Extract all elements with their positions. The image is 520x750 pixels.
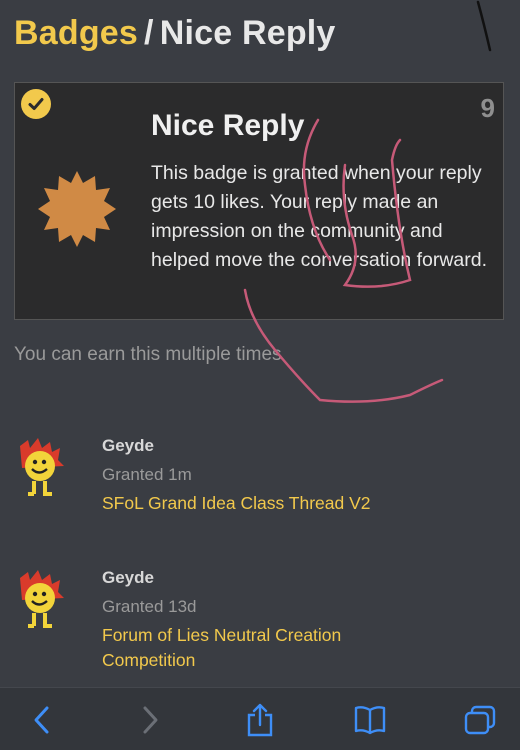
- badge-grant-count: 9: [480, 93, 495, 123]
- grant-username[interactable]: Geyde: [102, 436, 154, 456]
- back-icon[interactable]: [22, 702, 62, 738]
- breadcrumb-badges-link[interactable]: Badges: [14, 14, 138, 52]
- grant-item: Geyde Granted 13d Forum of Lies Neutral …: [14, 568, 504, 688]
- avatar[interactable]: [14, 568, 76, 632]
- multiple-grant-note: You can earn this multiple times: [14, 344, 282, 365]
- browser-toolbar: [0, 687, 520, 750]
- grant-topic-link[interactable]: Forum of Lies Neutral Creation Competiti…: [102, 623, 392, 673]
- badge-title: Nice Reply: [151, 109, 305, 142]
- avatar[interactable]: [14, 436, 76, 500]
- badge-card: 9 Nice Reply This badge is granted when …: [14, 82, 504, 320]
- tabs-icon[interactable]: [460, 702, 500, 738]
- check-icon: [21, 89, 51, 119]
- bookmarks-icon[interactable]: [350, 702, 390, 738]
- bronze-badge-icon: [37, 169, 117, 249]
- share-icon[interactable]: [240, 702, 280, 738]
- grant-username[interactable]: Geyde: [102, 568, 154, 588]
- forward-icon[interactable]: [130, 702, 170, 738]
- grant-time: Granted 13d: [102, 597, 197, 616]
- grant-item: Geyde Granted 1m SFoL Grand Idea Class T…: [14, 436, 504, 556]
- page-title: Badges / Nice Reply: [14, 14, 336, 53]
- grant-topic-link[interactable]: SFoL Grand Idea Class Thread V2: [102, 491, 392, 516]
- breadcrumb-current: Nice Reply: [159, 14, 336, 52]
- grant-time: Granted 1m: [102, 465, 192, 484]
- breadcrumb-separator: /: [144, 14, 154, 52]
- badge-description: This badge is granted when your reply ge…: [151, 162, 488, 271]
